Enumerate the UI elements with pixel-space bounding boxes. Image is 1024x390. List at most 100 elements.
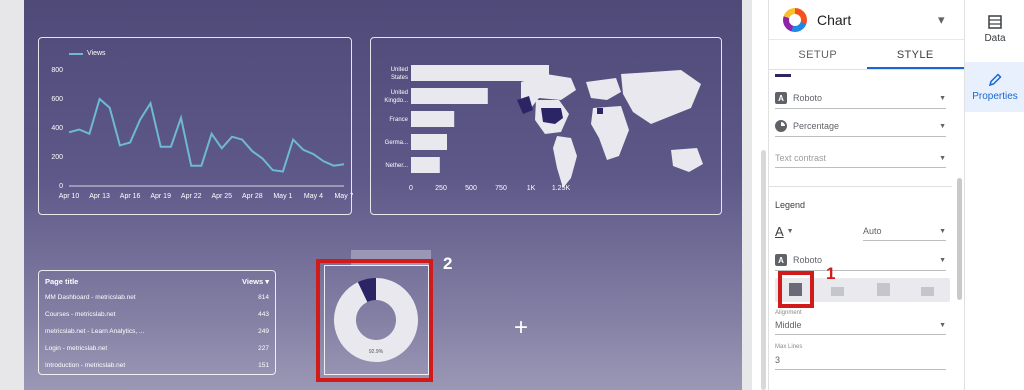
x-tick-label: Apr 16 [120,193,141,200]
table-row[interactable]: MM Dashboard - metricslab.net 814 [45,293,269,310]
add-chart-plus-icon[interactable]: + [514,316,528,340]
page-title-cell: Introduction - metricslab.net [45,362,126,369]
label-type-dropdown[interactable]: Percentage ▼ [775,120,946,137]
page-title-cell: metricslab.net - Learn Analytics, ... [45,328,145,335]
pencil-icon [988,73,1002,87]
bar [411,157,440,173]
y-tick-label: 400 [51,125,63,132]
x-tick-label: 500 [465,185,477,192]
chevron-down-icon[interactable]: ▾ [938,12,964,28]
rail-data-button[interactable]: Data [965,14,1024,54]
legend-position-bottom[interactable] [831,287,844,296]
views-cell: 443 [258,311,269,318]
tab-style[interactable]: STYLE [866,40,964,69]
pie-icon [775,120,787,132]
donut-chart-icon [783,7,807,32]
table-row[interactable]: Login - metricslab.net 227 [45,344,269,361]
x-tick-label: 1.25K [552,185,571,192]
report-editor: Views 0 200 400 600 800 Apr 10 Apr 13 Apr 16 Apr… [0,0,1024,390]
panel-tabs: SETUP STYLE [769,40,964,70]
bar [411,65,549,81]
bar-label: Germa... [385,140,409,146]
bar-label: States [391,75,408,81]
y-tick-label: 0 [59,183,63,190]
panel-header: Chart ▾ [769,0,964,40]
legend-section-title: Legend [775,200,806,210]
page-title-cell: MM Dashboard - metricslab.net [45,294,136,301]
views-cell: 227 [258,345,269,352]
col-header-views[interactable]: Views ▾ [242,277,269,289]
highlight-box-2 [316,259,433,382]
color-swatch[interactable] [775,74,791,77]
tab-setup[interactable]: SETUP [769,40,867,69]
views-cell: 249 [258,328,269,335]
canvas-scrollbar[interactable] [761,150,766,390]
dropdown-arrow-icon: ▼ [939,94,946,102]
col-header-title[interactable]: Page title [45,277,78,289]
chart-legend: Views [69,50,106,57]
legend-font-dropdown[interactable]: A Roboto ▼ [775,254,946,271]
views-cell: 151 [258,362,269,369]
font-icon: A [775,92,787,104]
max-lines-input[interactable]: 3 [775,355,946,370]
y-tick-label: 200 [51,154,63,161]
y-tick-label: 800 [51,67,63,74]
x-tick-label: 250 [435,185,447,192]
legend-size-dropdown[interactable]: Auto ▼ [863,226,946,241]
dropdown-arrow-icon: ▼ [786,228,794,235]
line-chart-plot: 0 200 400 600 800 Apr 10 Apr 13 Apr 16 Apr 19 Apr… [51,67,353,200]
map-highlights [517,96,603,124]
table-icon [988,15,1002,29]
x-tick-label: May 4 [304,193,323,200]
time-series-chart[interactable]: Views 0 200 400 600 800 Apr 10 Apr 13 Apr 16 Apr… [38,37,354,215]
canvas-area: Views 0 200 400 600 800 Apr 10 Apr 13 Apr 16 Apr… [0,0,752,390]
text-color-icon: A [775,224,784,239]
panel-title: Chart [817,11,852,28]
text-contrast-dropdown[interactable]: Text contrast ▼ [775,153,946,168]
highlight-box-1 [778,271,814,308]
bar-label: Kingdo... [384,98,408,104]
alignment-label: Alignment [775,310,802,316]
bar-label: France [389,117,408,123]
table-body: MM Dashboard - metricslab.net 814 Courses … [45,293,269,378]
table-chart[interactable]: Page title Views ▾ MM Dashboard - metric… [38,270,276,375]
y-tick-label: 600 [51,96,63,103]
legend-position-right[interactable] [877,283,890,296]
page-title-cell: Courses - metricslab.net [45,311,116,318]
bar [411,111,455,127]
dropdown-arrow-icon: ▼ [939,154,946,162]
bar [411,88,488,104]
legend-position-top[interactable] [921,287,934,296]
rail-properties-button[interactable]: Properties [965,62,1024,112]
series-line-views [68,97,345,173]
views-cell: 814 [258,294,269,301]
legend-swatch [69,52,83,55]
x-tick-label: May 7 [334,193,353,200]
x-tick-label: 750 [495,185,507,192]
alignment-dropdown[interactable]: Middle ▼ [775,320,946,335]
dropdown-arrow-icon: ▼ [939,227,946,235]
x-tick-label: Apr 19 [150,193,171,200]
max-lines-label: Max Lines [775,344,803,350]
legend-label: Views [87,50,106,57]
x-tick-label: 1K [527,185,536,192]
page-title-cell: Login - metricslab.net [45,345,108,352]
dropdown-arrow-icon: ▼ [939,321,946,329]
geo-bar-chart[interactable]: United States United Kingdo... France Germa..… [370,37,722,215]
bar [411,134,447,150]
table-row[interactable]: Introduction - metricslab.net 151 [45,361,269,378]
font-icon: A [775,254,787,266]
x-tick-label: Apr 10 [59,193,80,200]
table-row[interactable]: Courses - metricslab.net 443 [45,310,269,327]
world-map [521,70,703,188]
font-family-dropdown[interactable]: A Roboto ▼ [775,92,946,109]
bar-chart-plot: United States United Kingdo... France Germa..… [384,65,703,192]
table-row[interactable]: metricslab.net - Learn Analytics, ... 249 [45,327,269,344]
x-tick-label: Apr 22 [181,193,202,200]
x-tick-label: May 1 [273,193,292,200]
panel-scrollbar[interactable] [957,178,962,300]
right-rail: Data Properties [964,0,1024,390]
bar-label: United [391,90,408,96]
bar-label: Nether... [385,163,408,169]
x-tick-label: 0 [409,185,413,192]
